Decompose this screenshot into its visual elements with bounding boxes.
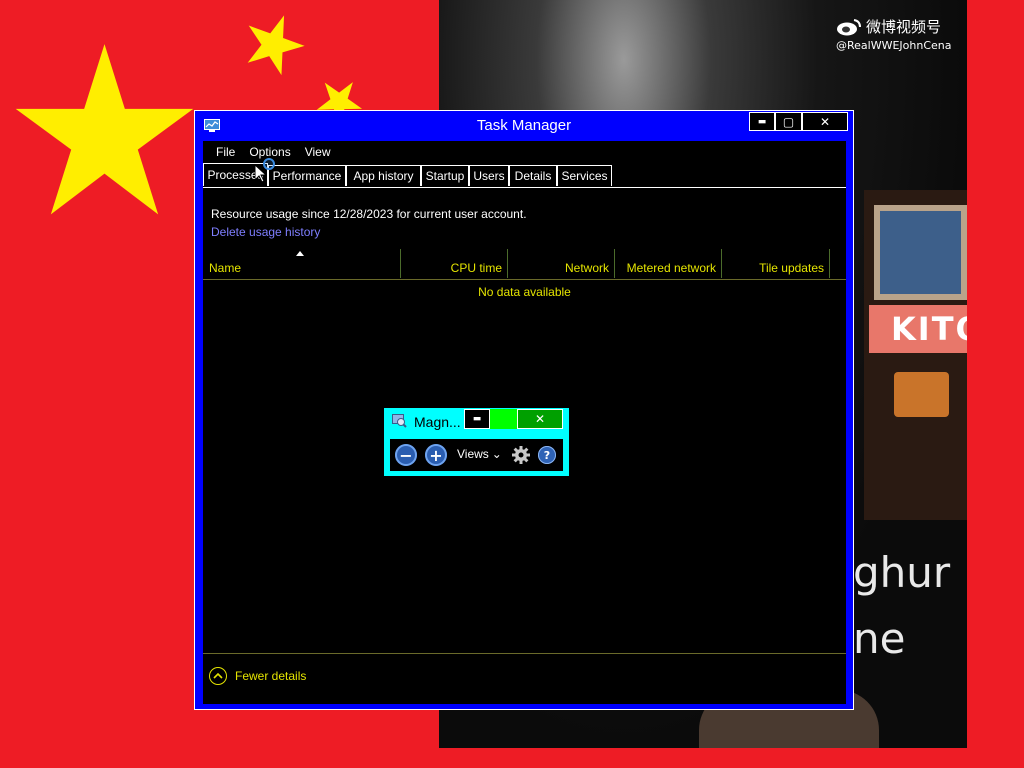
weibo-handle: @RealWWEJohnCena	[836, 39, 952, 52]
video-window	[874, 205, 967, 300]
video-caption-line2: ne	[853, 614, 906, 663]
magnifier-minimize-button[interactable]: ▬	[464, 409, 490, 429]
zoom-out-button[interactable]: −	[395, 444, 417, 466]
magnifier-close-button[interactable]: ✕	[517, 409, 563, 429]
column-header-metered-network-label: Metered network	[626, 261, 716, 275]
views-label: Views	[457, 447, 489, 461]
delete-usage-history-link[interactable]: Delete usage history	[211, 225, 320, 239]
column-header-network-label: Network	[564, 261, 609, 275]
fewer-details-button[interactable]: Fewer details	[209, 667, 306, 685]
column-header-cpu-time-label: CPU time	[450, 261, 502, 275]
minimize-icon: ▬	[757, 116, 767, 127]
empty-state-message: No data available	[478, 285, 571, 299]
magnifier-title: Magn...	[414, 414, 461, 430]
column-header-name-label: Name	[209, 261, 242, 275]
plus-icon: +	[429, 445, 443, 465]
footer-divider	[203, 653, 846, 654]
fewer-details-label: Fewer details	[235, 669, 307, 683]
maximize-icon: ▢	[782, 114, 795, 129]
help-label: ?	[543, 448, 551, 462]
tab-performance[interactable]: Performance	[268, 165, 346, 186]
column-header-metered-network[interactable]: Metered network	[615, 249, 722, 278]
busy-indicator-icon	[263, 158, 275, 170]
minus-icon: −	[399, 445, 413, 465]
chevron-up-icon	[209, 667, 227, 685]
title-bar[interactable]: Task Manager ▬ ▢ ✕	[195, 111, 853, 141]
small-star-icon	[247, 15, 305, 76]
gear-icon[interactable]	[511, 445, 531, 465]
tab-app-history[interactable]: App history	[346, 165, 421, 186]
tab-strip: Processes Performance App history Startu…	[203, 163, 846, 188]
tab-users[interactable]: Users	[469, 165, 509, 186]
column-header-row: Name CPU time Network Metered network Ti…	[203, 249, 846, 280]
column-header-cpu-time[interactable]: CPU time	[401, 249, 508, 278]
menu-file[interactable]: File	[209, 143, 242, 161]
weibo-logo-icon	[837, 18, 861, 35]
large-star-icon	[15, 44, 194, 215]
menu-view[interactable]: View	[298, 143, 338, 161]
video-caption-line1: ghur	[853, 548, 951, 597]
chevron-down-icon: ⌄	[491, 447, 502, 461]
tab-startup[interactable]: Startup	[421, 165, 469, 186]
tab-details[interactable]: Details	[509, 165, 557, 186]
maximize-button[interactable]: ▢	[775, 112, 802, 131]
weibo-watermark: 微博视频号 @RealWWEJohnCena	[836, 16, 952, 52]
magnifier-toolbar: − + Views ⌄ ?	[390, 439, 563, 471]
minimize-icon: ▬	[472, 414, 482, 424]
close-icon: ✕	[819, 114, 831, 129]
magnifier-window[interactable]: Magn... ▬ ✕ − + Views ⌄ ?	[384, 408, 569, 476]
minimize-button[interactable]: ▬	[749, 112, 775, 131]
video-sign: KITO	[869, 305, 967, 353]
tab-services[interactable]: Services	[557, 165, 612, 186]
menu-bar: File Options View	[209, 143, 338, 161]
help-icon[interactable]: ?	[538, 446, 556, 464]
video-lamps	[894, 372, 949, 417]
column-header-name[interactable]: Name	[203, 249, 401, 278]
weibo-site-label: 微博视频号	[866, 18, 942, 36]
views-dropdown[interactable]: Views ⌄	[457, 447, 502, 461]
column-header-tile-updates-label: Tile updates	[759, 261, 824, 275]
magnifier-maximize-button[interactable]	[490, 409, 517, 429]
resource-usage-text: Resource usage since 12/28/2023 for curr…	[211, 207, 527, 221]
column-header-network[interactable]: Network	[508, 249, 615, 278]
magnifier-title-bar[interactable]: Magn... ▬ ✕	[384, 408, 569, 434]
zoom-in-button[interactable]: +	[425, 444, 447, 466]
column-header-tile-updates[interactable]: Tile updates	[722, 249, 830, 278]
close-icon: ✕	[534, 412, 546, 426]
close-button[interactable]: ✕	[802, 112, 848, 131]
magnifier-app-icon	[392, 414, 407, 428]
